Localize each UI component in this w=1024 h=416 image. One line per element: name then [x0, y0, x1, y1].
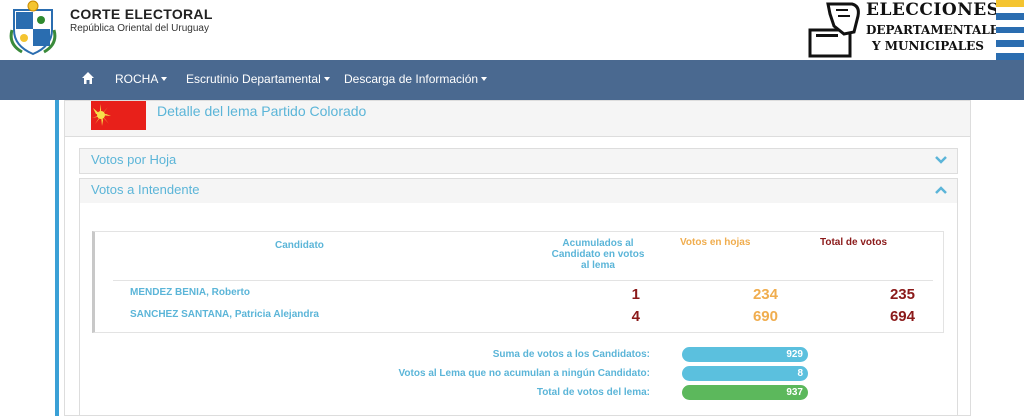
page: CORTE ELECTORAL República Oriental del U…	[0, 0, 1024, 416]
nav-escrutinio-label: Escrutinio Departamental	[186, 72, 321, 86]
caret-down-icon	[481, 77, 488, 81]
accordion-votos-intendente-title: Votos a Intendente	[91, 182, 200, 197]
header-acumulados: Acumulados al Candidato en votos al lema	[551, 238, 645, 271]
total-lema-badge: 937	[682, 385, 808, 400]
candidates-table: Candidato Acumulados al Candidato en vot…	[92, 231, 944, 333]
chevron-up-icon[interactable]	[935, 185, 947, 195]
nav-escrutinio-dropdown[interactable]: Escrutinio Departamental	[186, 60, 330, 100]
no-acumulan-badge: 8	[682, 366, 808, 381]
no-acumulan-label: Votos al Lema que no acumulan a ningún C…	[398, 368, 651, 379]
votos-hojas-value: 690	[752, 308, 778, 325]
acumulados-value: 4	[631, 308, 640, 325]
uruguay-flag-stripes	[996, 0, 1024, 60]
suma-candidatos-label: Suma de votos a los Candidatos:	[492, 349, 650, 360]
partido-colorado-flag	[91, 101, 146, 130]
lema-title: Detalle del lema Partido Colorado	[157, 103, 367, 119]
total-votos-value: 694	[889, 308, 915, 325]
lema-detail-panel: Detalle del lema Partido Colorado Votos …	[64, 100, 971, 416]
elections-title-line2: DEPARTAMENTALES	[866, 23, 1008, 37]
nav-rocha-label: ROCHA	[115, 72, 159, 86]
home-icon[interactable]	[81, 71, 95, 85]
total-lema-label: Total de votos del lema:	[536, 387, 650, 398]
header-divider	[113, 280, 933, 281]
sun-icon	[91, 101, 146, 130]
coat-of-arms-icon	[9, 0, 57, 56]
site-header: CORTE ELECTORAL República Oriental del U…	[0, 0, 1024, 60]
elections-title-line3: Y MUNICIPALES	[872, 39, 984, 53]
left-accent-rail	[55, 100, 59, 416]
nav-descarga-dropdown[interactable]: Descarga de Información	[344, 60, 488, 100]
accordion-votos-intendente[interactable]: Votos a Intendente Candidato Acumulados …	[79, 178, 958, 416]
votos-hojas-value: 234	[752, 286, 778, 303]
nav-descarga-label: Descarga de Información	[344, 72, 479, 86]
header-votos-hojas: Votos en hojas	[680, 237, 751, 248]
header-candidato: Candidato	[275, 240, 324, 251]
suma-candidatos-badge: 929	[682, 347, 808, 362]
hand-ballot-icon	[808, 2, 860, 58]
lema-panel-header: Detalle del lema Partido Colorado	[65, 101, 970, 137]
accordion-votos-hoja[interactable]: Votos por Hoja	[79, 148, 958, 174]
acumulados-value: 1	[631, 286, 640, 303]
header-total-votos: Total de votos	[820, 237, 888, 248]
main-navbar: ROCHA Escrutinio Departamental Descarga …	[0, 60, 1024, 100]
candidate-name[interactable]: MENDEZ BENIA, Roberto	[130, 287, 250, 298]
nav-rocha-dropdown[interactable]: ROCHA	[115, 60, 168, 100]
caret-down-icon	[161, 77, 168, 81]
accordion-votos-intendente-header[interactable]: Votos a Intendente	[80, 179, 957, 203]
org-subtitle: República Oriental del Uruguay	[70, 23, 209, 34]
accordion-votos-hoja-title: Votos por Hoja	[91, 152, 177, 167]
caret-down-icon	[323, 77, 330, 81]
elections-title-line1: ELECCIONES	[866, 0, 1000, 20]
elections-logo: ELECCIONES DEPARTAMENTALES Y MUNICIPALES	[808, 0, 1024, 60]
total-votos-value: 235	[889, 286, 915, 303]
candidate-name[interactable]: SANCHEZ SANTANA, Patricia Alejandra	[130, 309, 319, 320]
chevron-down-icon[interactable]	[935, 155, 947, 165]
accordion-votos-hoja-header[interactable]: Votos por Hoja	[80, 149, 957, 173]
org-name: CORTE ELECTORAL	[70, 6, 213, 22]
